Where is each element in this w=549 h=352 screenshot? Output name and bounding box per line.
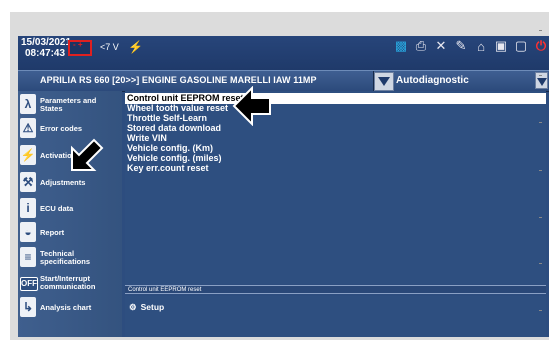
sidebar-item-label: Start/Interrupt communication	[40, 274, 96, 291]
report-icon: ◒	[20, 222, 36, 242]
list-item[interactable]: Key err.count reset	[125, 163, 546, 174]
sidebar-item-label: Adjustments	[40, 178, 86, 187]
sidebar-item-label: Analysis chart	[40, 303, 92, 312]
pen-icon[interactable]: ✎	[453, 38, 469, 54]
lightning-icon: ⚡	[20, 145, 36, 165]
sidebar-item-report[interactable]: ◒ Report	[18, 221, 122, 245]
right-margin-marks	[539, 30, 549, 330]
sidebar-item-label: ECU data	[40, 204, 74, 213]
section-dropdown-button[interactable]	[374, 72, 394, 91]
warning-icon: ⚠	[20, 118, 36, 138]
camera-icon[interactable]: ▣	[493, 38, 509, 54]
tools-icon[interactable]: ✕	[433, 38, 449, 54]
setup-panel: ⚙ Setup	[125, 296, 546, 337]
info-icon: i	[20, 198, 36, 218]
pointer-arrow-icon	[71, 138, 104, 171]
date-text: 15/03/2021	[21, 37, 72, 48]
gear-icon: ⚙	[129, 302, 137, 312]
lambda-icon: λ	[20, 94, 36, 114]
diagnostic-screen: 15/03/2021 08:47:43 - + <7 V ⚡ ▩ ⎙ ✕ ✎ ⌂…	[18, 36, 549, 337]
printer-icon[interactable]: ⎙	[413, 38, 429, 54]
usb-icon: ⚡	[128, 40, 143, 54]
sidebar-item-label: Report	[40, 228, 65, 237]
database-icon[interactable]: ▩	[393, 38, 409, 54]
sidebar-item-ecu-data[interactable]: i ECU data	[18, 197, 122, 221]
device-frame: 15/03/2021 08:47:43 - + <7 V ⚡ ▩ ⎙ ✕ ✎ ⌂…	[10, 12, 549, 340]
sidebar-item-start-interrupt[interactable]: OFF Start/Interrupt communication	[18, 271, 122, 295]
adjustments-list: Control unit EEPROM reset Wheel tooth va…	[125, 91, 546, 284]
section-title: Autodiagnostic	[396, 75, 469, 86]
status-bar: 15/03/2021 08:47:43 - + <7 V ⚡ ▩ ⎙ ✕ ✎ ⌂…	[18, 36, 549, 70]
battery-icon: - +	[68, 40, 92, 56]
vehicle-title: APRILIA RS 660 [20>>] ENGINE GASOLINE MA…	[40, 75, 317, 85]
sidebar-item-adjustments[interactable]: ⚒ Adjustments	[18, 171, 122, 195]
wrench-icon: ⚒	[20, 172, 36, 192]
sidebar-item-label: Parameters and States	[40, 96, 97, 113]
sidebar-item-technical-specifications[interactable]: ≡ Technical specifications	[18, 246, 122, 270]
sidebar-item-analysis-chart[interactable]: ↳ Analysis chart	[18, 296, 122, 320]
off-icon: OFF	[20, 277, 38, 291]
sidebar-item-label: Error codes	[40, 124, 83, 133]
sidebar: λ Parameters and States ⚠ Error codes ⚡ …	[18, 91, 122, 337]
setup-button[interactable]: ⚙ Setup	[129, 302, 164, 313]
setup-label: Setup	[140, 302, 165, 312]
datetime: 15/03/2021 08:47:43	[21, 37, 71, 59]
header-bar: APRILIA RS 660 [20>>] ENGINE GASOLINE MA…	[18, 70, 549, 92]
battery-terminals: - +	[73, 40, 83, 49]
selection-status: Control unit EEPROM reset	[125, 285, 546, 294]
chart-icon: ↳	[20, 297, 36, 317]
sidebar-item-label: Technical specifications	[40, 249, 91, 266]
home-icon[interactable]: ⌂	[473, 38, 489, 54]
window-icon[interactable]: ▢	[513, 38, 529, 54]
pointer-arrow-icon	[232, 86, 271, 126]
toolbar-icons: ▩ ⎙ ✕ ✎ ⌂ ▣ ▢ ⏻	[393, 38, 549, 54]
time-text: 08:47:43	[25, 48, 66, 59]
voltage-text: <7 V	[100, 42, 119, 52]
sidebar-item-parameters[interactable]: λ Parameters and States	[18, 93, 122, 117]
document-icon: ≡	[20, 247, 36, 267]
